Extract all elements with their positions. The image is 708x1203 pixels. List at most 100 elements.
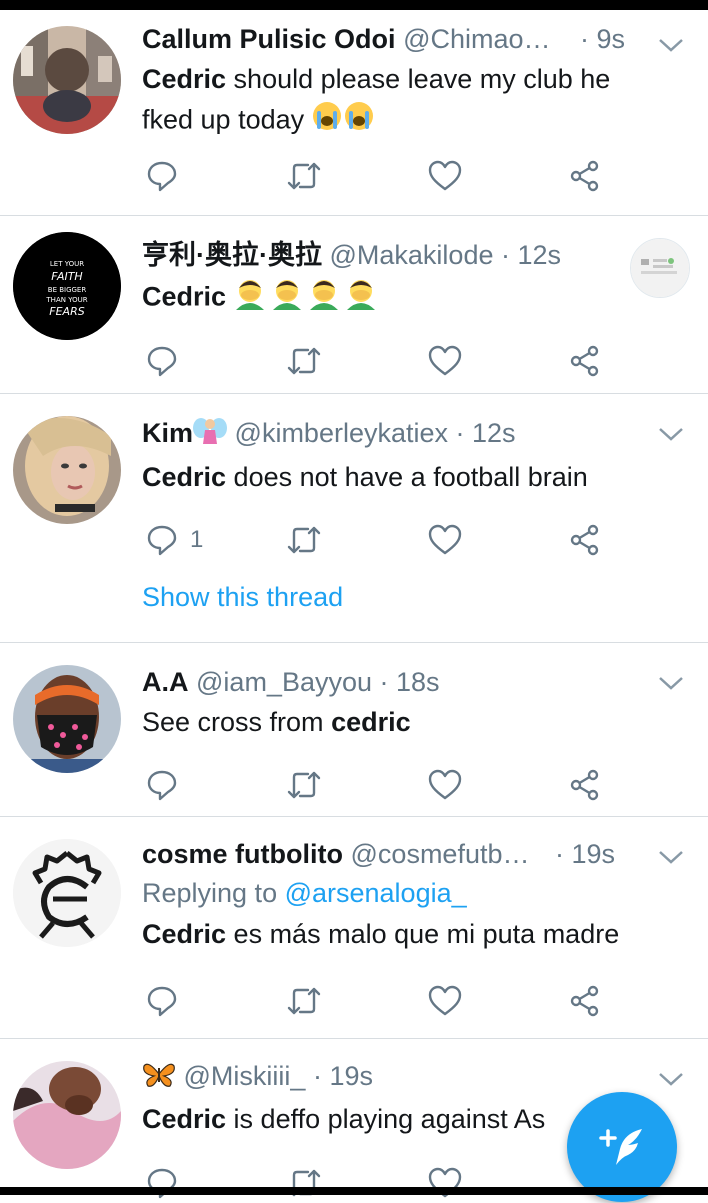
retweet-icon bbox=[287, 526, 321, 554]
user-handle[interactable]: @Makakilode bbox=[330, 240, 494, 270]
tweet[interactable]: A.A @iam_Bayyou · 18s See cross from ced… bbox=[0, 643, 708, 817]
share-button[interactable] bbox=[569, 765, 601, 805]
reply-count: 1 bbox=[190, 526, 204, 553]
display-name[interactable]: cosme futbolito bbox=[142, 839, 343, 869]
user-handle[interactable]: @Chimao… bbox=[403, 24, 550, 54]
like-button[interactable] bbox=[428, 520, 462, 560]
reply-icon bbox=[147, 346, 177, 377]
like-button[interactable] bbox=[428, 341, 462, 381]
display-name[interactable]: Callum Pulisic Odoi bbox=[142, 24, 396, 54]
show-thread-link[interactable]: Show this thread bbox=[142, 582, 343, 613]
tweet-text: Cedric should please leave my club he fk… bbox=[142, 60, 688, 144]
user-handle[interactable]: @Miskiiii_ bbox=[184, 1061, 306, 1091]
chevron-down-icon[interactable] bbox=[656, 668, 686, 698]
reply-button[interactable] bbox=[146, 1163, 178, 1203]
like-button[interactable] bbox=[428, 765, 462, 805]
chevron-down-icon[interactable] bbox=[656, 842, 686, 872]
tweet-text-rest: is deffo playing against As bbox=[226, 1103, 546, 1134]
media-thumbnail[interactable] bbox=[630, 238, 690, 298]
tweet-text-rest: does not have a football brain bbox=[226, 462, 588, 492]
like-button[interactable] bbox=[428, 981, 462, 1021]
display-name[interactable]: A.A bbox=[142, 667, 189, 697]
avatar[interactable] bbox=[13, 416, 121, 524]
tweet-text: Cedric bbox=[142, 276, 688, 321]
tweet-actions bbox=[142, 341, 612, 381]
timestamp[interactable]: · 19s bbox=[313, 1061, 373, 1091]
share-icon bbox=[570, 345, 599, 377]
reply-button[interactable]: 1 bbox=[146, 520, 203, 560]
heart-icon bbox=[428, 345, 462, 376]
tweet[interactable]: cosme futbolito @cosmefutb… · 19s Replyi… bbox=[0, 817, 708, 1039]
compose-tweet-button[interactable] bbox=[567, 1092, 677, 1202]
display-name[interactable]: Kim bbox=[142, 418, 193, 448]
tweet-actions: 1 bbox=[142, 520, 612, 560]
avatar[interactable] bbox=[13, 665, 121, 773]
tweet-actions bbox=[142, 981, 612, 1021]
tweet[interactable]: LET YOUR FAITH BE BIGGER THAN YOUR FEARS… bbox=[0, 216, 708, 394]
mention-link[interactable]: @arsenalogia_ bbox=[285, 878, 467, 908]
tweet-text: Cedric es más malo que mi puta madre bbox=[142, 915, 688, 954]
user-handle[interactable]: @cosmefutb… bbox=[351, 839, 530, 869]
user-handle[interactable]: @kimberleykatiex bbox=[235, 418, 448, 448]
heart-icon bbox=[428, 160, 462, 191]
timestamp[interactable]: · 9s bbox=[580, 24, 625, 54]
avatar[interactable] bbox=[13, 1061, 121, 1169]
tweet-header: @Miskiiii_ · 19s bbox=[142, 1059, 688, 1096]
user-handle[interactable]: @iam_Bayyou bbox=[196, 667, 372, 697]
share-button[interactable] bbox=[569, 341, 601, 381]
tweet-text-bold: Cedric bbox=[142, 919, 227, 949]
avatar[interactable] bbox=[13, 839, 121, 947]
avatar[interactable]: LET YOUR FAITH BE BIGGER THAN YOUR FEARS bbox=[13, 232, 121, 340]
like-button[interactable] bbox=[428, 156, 462, 196]
reply-button[interactable] bbox=[146, 981, 178, 1021]
avatar-text: FAITH bbox=[51, 270, 82, 283]
butterfly-icon bbox=[142, 1060, 176, 1096]
tweet-text-pre: See cross from bbox=[142, 707, 332, 737]
timestamp[interactable]: · 12s bbox=[456, 418, 516, 448]
tweet-header: Callum Pulisic Odoi @Chimao… · 9s bbox=[142, 22, 688, 56]
like-button[interactable] bbox=[428, 1163, 462, 1203]
retweet-icon bbox=[287, 347, 321, 375]
avatar-text: BE BIGGER bbox=[48, 286, 87, 294]
share-button[interactable] bbox=[569, 156, 601, 196]
chevron-down-icon[interactable] bbox=[656, 419, 686, 449]
share-button[interactable] bbox=[569, 981, 601, 1021]
reply-button[interactable] bbox=[146, 765, 178, 805]
display-name[interactable]: 亨利·奥拉·奥拉 bbox=[142, 240, 322, 270]
retweet-button[interactable] bbox=[286, 520, 322, 560]
retweet-button[interactable] bbox=[286, 765, 322, 805]
compose-tweet-icon bbox=[599, 1129, 642, 1165]
share-icon bbox=[570, 160, 599, 192]
avatar-text: THAN YOUR bbox=[45, 296, 87, 304]
timestamp[interactable]: · 19s bbox=[555, 839, 615, 869]
avatar[interactable] bbox=[13, 26, 121, 134]
tweet-text-line2: fked up today bbox=[142, 104, 305, 135]
tweet-text-bold: Cedric bbox=[142, 281, 227, 312]
retweet-button[interactable] bbox=[286, 341, 322, 381]
tweet[interactable]: Callum Pulisic Odoi @Chimao… · 9s Cedric… bbox=[0, 10, 708, 216]
reply-button[interactable] bbox=[146, 156, 178, 196]
tweet-text-bold: cedric bbox=[331, 707, 411, 737]
reply-button[interactable] bbox=[146, 341, 178, 381]
retweet-button[interactable] bbox=[286, 156, 322, 196]
tweet-text-bold: Cedric bbox=[142, 64, 227, 94]
timestamp[interactable]: · 12s bbox=[501, 240, 561, 270]
tweet-header: 亨利·奥拉·奥拉 @Makakilode · 12s bbox=[142, 238, 688, 272]
tweet-text: Cedric does not have a football brain bbox=[142, 458, 688, 497]
tweet-actions bbox=[142, 1163, 612, 1203]
retweet-button[interactable] bbox=[286, 981, 322, 1021]
avatar-text: FEARS bbox=[49, 305, 84, 318]
share-icon bbox=[570, 524, 599, 556]
tweet-text-bold: Cedric bbox=[142, 1103, 227, 1134]
replying-to-label: Replying to bbox=[142, 878, 285, 908]
retweet-button[interactable] bbox=[286, 1163, 322, 1203]
chevron-down-icon[interactable] bbox=[656, 30, 686, 60]
share-button[interactable] bbox=[569, 520, 601, 560]
replying-to: Replying to @arsenalogia_ bbox=[142, 875, 688, 911]
heart-icon bbox=[428, 524, 462, 555]
tweet[interactable]: Kim @kimberleykatiex · 12s Cedric does n… bbox=[0, 394, 708, 643]
chevron-down-icon[interactable] bbox=[656, 1064, 686, 1094]
timestamp[interactable]: · 18s bbox=[380, 667, 440, 697]
tweet-actions bbox=[142, 156, 612, 196]
tweet-text-bold: Cedric bbox=[142, 462, 227, 492]
